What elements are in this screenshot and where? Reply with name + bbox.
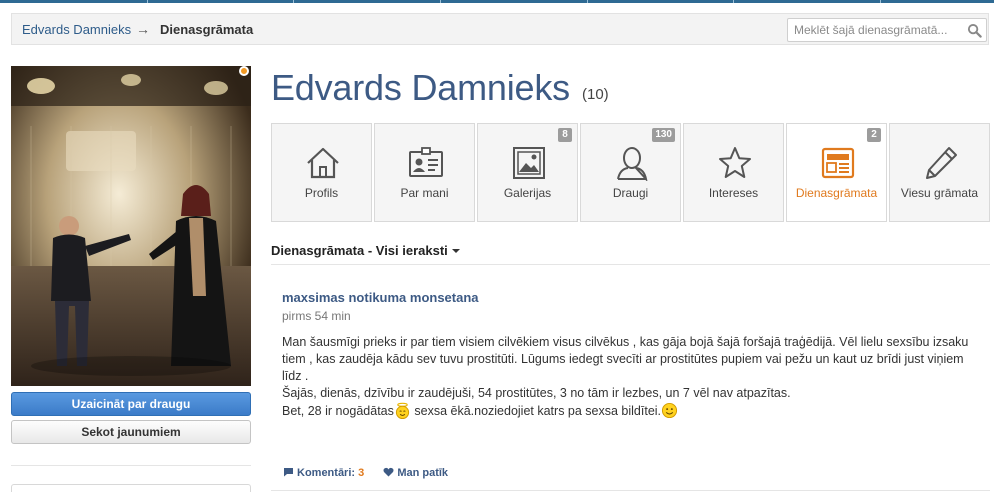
top-nav-strip xyxy=(0,0,994,3)
online-status-dot xyxy=(239,66,249,76)
sidebar-box xyxy=(11,484,251,492)
tab-label: Viesu grāmata xyxy=(900,186,979,200)
like-label: Man patīk xyxy=(397,467,449,479)
pencil-icon xyxy=(926,147,957,179)
tab-galleries[interactable]: 8 Galerijas xyxy=(477,123,578,222)
tab-label: Intereses xyxy=(708,186,759,200)
sidebar-divider xyxy=(11,465,251,466)
profile-photo[interactable] xyxy=(11,66,251,386)
tab-label: Profils xyxy=(304,186,339,200)
diary-icon xyxy=(821,147,855,179)
section-title: Dienasgrāmata - Visi ieraksti xyxy=(271,243,448,258)
tab-interests[interactable]: Intereses xyxy=(683,123,784,222)
search-input[interactable] xyxy=(794,22,962,38)
breadcrumb-bar: Edvards Damnieks → Dienasgrāmata xyxy=(11,13,989,45)
angel-smiley-icon xyxy=(395,402,410,419)
like-link[interactable]: Man patīk xyxy=(383,467,448,479)
entry-timestamp: pirms 54 min xyxy=(282,309,351,323)
picture-icon xyxy=(513,147,545,179)
breadcrumb-user-link[interactable]: Edvards Damnieks xyxy=(22,22,131,37)
comments-label: Komentāri: xyxy=(297,467,359,479)
search-icon[interactable] xyxy=(967,23,982,38)
smiley-icon xyxy=(661,402,678,419)
star-icon xyxy=(719,147,751,178)
entry-divider xyxy=(271,490,990,491)
comments-link[interactable]: Komentāri: 3 xyxy=(283,467,364,479)
invite-friend-button[interactable]: Uzaicināt par draugu xyxy=(11,392,251,416)
entry-paragraph: Bet, 28 ir nogādātas sexsa ēkā.noziedoji… xyxy=(282,402,982,420)
breadcrumb-current: Dienasgrāmata xyxy=(160,22,254,37)
search-box xyxy=(787,18,987,42)
entry-paragraph: Šajās, dienās, dzīvību ir zaudējuši, 54 … xyxy=(282,386,791,400)
profile-count: (10) xyxy=(582,86,609,103)
tab-guestbook[interactable]: Viesu grāmata xyxy=(889,123,990,222)
entry-actions: Komentāri: 3 Man patīk xyxy=(283,467,464,479)
profile-name: Edvards Damnieks xyxy=(271,67,570,108)
tab-label: Draugi xyxy=(612,186,649,200)
comment-icon xyxy=(284,468,293,477)
entry-body: Man šausmīgi prieks ir par tiem visiem c… xyxy=(282,334,982,420)
section-divider xyxy=(271,264,990,265)
breadcrumb-separator: → xyxy=(136,21,150,37)
tab-label: Galerijas xyxy=(503,186,552,200)
id-card-icon xyxy=(409,147,443,177)
heart-icon xyxy=(383,467,394,477)
diary-count-badge: 2 xyxy=(867,128,881,142)
tab-diary[interactable]: 2 Dienasgrāmata xyxy=(786,123,887,222)
person-icon xyxy=(617,147,648,181)
tab-friends[interactable]: 130 Draugi xyxy=(580,123,681,222)
tab-label: Dienasgrāmata xyxy=(795,186,878,200)
tab-label: Par mani xyxy=(400,186,449,200)
galleries-count-badge: 8 xyxy=(558,128,572,142)
tab-profile[interactable]: Profils xyxy=(271,123,372,222)
home-icon xyxy=(307,147,339,179)
entry-title-link[interactable]: maxsimas notikuma monsetana xyxy=(282,290,479,305)
follow-updates-button[interactable]: Sekot jaunumiem xyxy=(11,420,251,444)
entry-text: sexsa ēkā.noziedojiet katrs pa sexsa bil… xyxy=(410,404,662,418)
comments-count: 3 xyxy=(358,467,365,479)
tab-about-me[interactable]: Par mani xyxy=(374,123,475,222)
friends-count-badge: 130 xyxy=(652,128,675,142)
caret-down-icon xyxy=(451,249,460,253)
entry-paragraph: Man šausmīgi prieks ir par tiem visiem c… xyxy=(282,335,969,383)
diary-filter-dropdown[interactable]: Dienasgrāmata - Visi ieraksti xyxy=(271,243,460,258)
entry-text: Bet, 28 ir nogādātas xyxy=(282,404,394,418)
